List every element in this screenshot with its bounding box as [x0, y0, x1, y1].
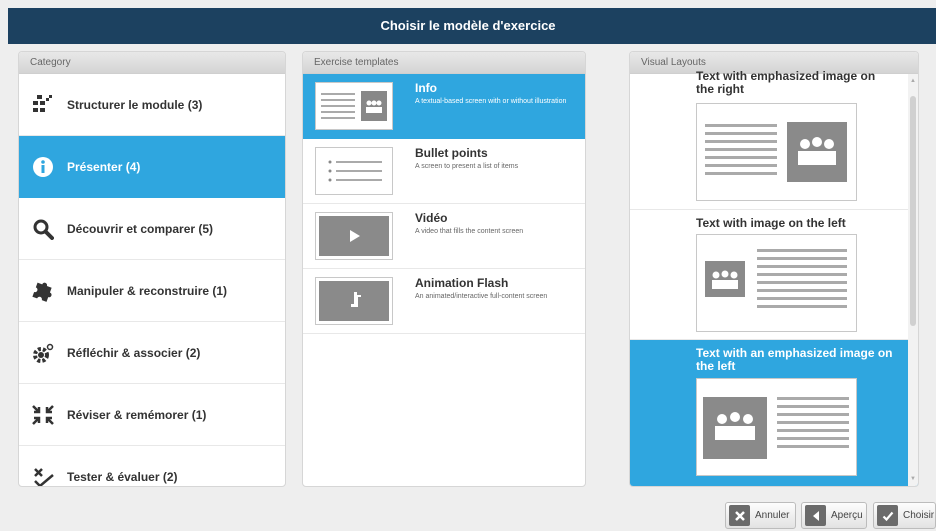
template-description: A video that fills the content screen: [415, 228, 524, 235]
puzzle-icon: [32, 280, 54, 302]
category-item-reviser[interactable]: Réviser & remémorer (1): [19, 384, 285, 446]
dialog-title: Choisir le modèle d'exercice: [380, 18, 556, 33]
category-label: Réfléchir & associer (2): [67, 345, 201, 360]
category-item-structurer[interactable]: Structurer le module (3): [19, 74, 285, 136]
layout-thumb: [696, 378, 857, 476]
template-name: Bullet points: [415, 146, 488, 160]
cancel-button[interactable]: Annuler: [725, 502, 796, 529]
layout-item-emph-image-left[interactable]: Text with an emphasized image on the lef…: [630, 340, 918, 486]
layout-name: Text with an emphasized image on the lef…: [696, 346, 893, 373]
category-item-manipuler[interactable]: Manipuler & reconstruire (1): [19, 260, 285, 322]
category-label: Structurer le module (3): [67, 97, 203, 112]
template-item-video[interactable]: Vidéo A video that fills the content scr…: [303, 204, 585, 269]
templates-panel: Exercise templates Info A textual-based …: [302, 51, 586, 487]
template-description: A screen to present a list of items: [415, 163, 519, 170]
category-item-reflechir[interactable]: Réfléchir & associer (2): [19, 322, 285, 384]
layout-name: Text with emphasized image on the right: [696, 69, 876, 96]
category-item-decouvrir[interactable]: Découvrir et comparer (5): [19, 198, 285, 260]
layout-item-image-left[interactable]: Text with image on the left: [630, 210, 918, 340]
text-image-thumb: [315, 82, 393, 130]
arrows-icon: [32, 404, 54, 426]
cancel-label: Annuler: [755, 510, 790, 521]
choose-label: Choisir: [903, 510, 935, 521]
layout-thumb: [696, 103, 857, 201]
dialog-titlebar: Choisir le modèle d'exercice: [8, 8, 936, 44]
scroll-up-icon[interactable]: ▲: [908, 76, 918, 86]
template-name: Vidéo: [415, 211, 448, 225]
template-name: Info: [415, 81, 437, 95]
preview-button[interactable]: Aperçu: [801, 502, 867, 529]
category-label: Présenter (4): [67, 160, 141, 174]
close-icon: [729, 505, 750, 526]
template-description: A textual-based screen with or without i…: [415, 98, 567, 105]
layout-thumb: [696, 234, 857, 332]
category-label: Découvrir et comparer (5): [67, 221, 214, 236]
category-panel: Category Structurer le module (3) Présen…: [18, 51, 286, 487]
video-thumb: [315, 212, 393, 260]
flash-thumb: [315, 277, 393, 325]
category-item-tester[interactable]: Tester & évaluer (2): [19, 446, 285, 486]
layout-name: Text with image on the left: [696, 216, 846, 230]
template-name: Animation Flash: [415, 276, 509, 290]
choose-button[interactable]: Choisir: [873, 502, 936, 529]
template-item-info[interactable]: Info A textual-based screen with or with…: [303, 74, 585, 139]
layout-item-image-right[interactable]: Text with emphasized image on the right: [630, 70, 918, 210]
bullets-thumb: [315, 147, 393, 195]
template-description: An animated/interactive full-content scr…: [415, 293, 548, 300]
check-icon: [877, 505, 898, 526]
scroll-thumb[interactable]: [910, 96, 916, 326]
check-cross-icon: [32, 466, 54, 486]
magnifier-icon: [32, 218, 54, 240]
structure-icon: [32, 94, 54, 116]
preview-label: Aperçu: [831, 510, 863, 521]
category-header: Category: [19, 52, 285, 74]
category-item-presenter[interactable]: Présenter (4): [19, 136, 285, 198]
info-icon: [32, 156, 54, 178]
category-label: Tester & évaluer (2): [67, 470, 178, 484]
template-item-bullets[interactable]: Bullet points A screen to present a list…: [303, 139, 585, 204]
gears-icon: [32, 342, 54, 364]
category-label: Manipuler & reconstruire (1): [67, 283, 228, 298]
templates-header: Exercise templates: [303, 52, 585, 74]
layouts-panel: Visual Layouts Text with emphasized imag…: [629, 51, 919, 487]
category-label: Réviser & remémorer (1): [67, 407, 207, 422]
layouts-scrollbar[interactable]: ▲ ▼: [908, 74, 918, 486]
scroll-down-icon[interactable]: ▼: [908, 474, 918, 484]
back-arrow-icon: [805, 505, 826, 526]
template-item-flash[interactable]: Animation Flash An animated/interactive …: [303, 269, 585, 334]
